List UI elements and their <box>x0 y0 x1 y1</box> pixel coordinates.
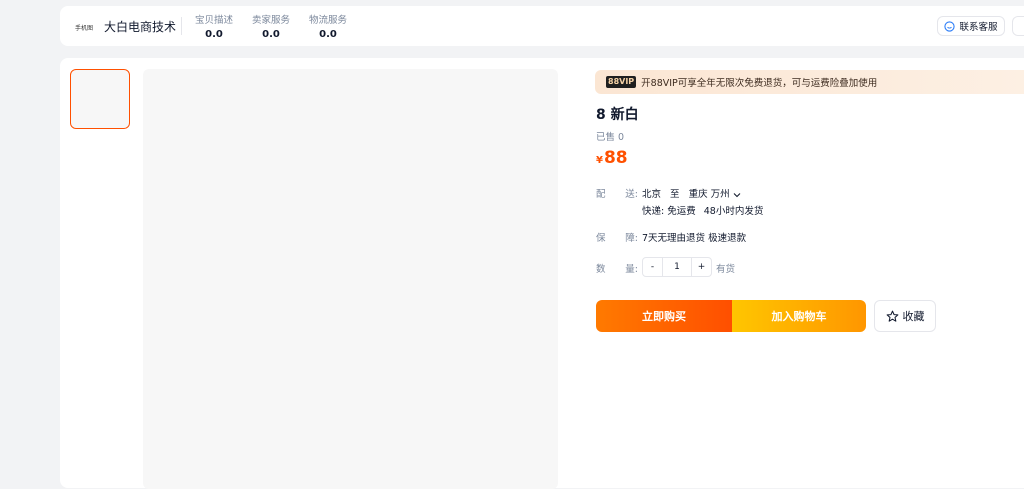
quantity-label-b: 量: <box>625 264 638 275</box>
score-description: 宝贝描述 0.0 <box>184 12 244 40</box>
score-label: 宝贝描述 <box>194 15 233 26</box>
guarantee-label: 保 障: <box>596 230 638 244</box>
contact-service-button[interactable]: 联系客服 <box>937 16 1005 36</box>
product-title: 8 新白 <box>596 107 639 123</box>
score-label: 卖家服务 <box>251 15 290 26</box>
product-card: 88VIP 开88VIP可享全年无限次免费退货，可与运费险叠加使用 8 新白 已… <box>60 58 1024 489</box>
score-seller-service: 卖家服务 0.0 <box>241 12 301 40</box>
contact-service-label: 联系客服 <box>959 22 998 33</box>
shipping-info: 快递: 免运费 48小时内发货 <box>642 203 763 217</box>
quantity-plus-button[interactable]: + <box>692 258 711 276</box>
delivery-from: 北京 <box>642 189 662 200</box>
thumbnail-image[interactable] <box>70 69 130 129</box>
quantity-label-a: 数 <box>596 264 606 275</box>
guarantee-text: 7天无理由退货 极速退款 <box>642 233 747 244</box>
favorite-label: 收藏 <box>902 310 925 323</box>
buy-now-button[interactable]: 立即购买 <box>596 300 732 332</box>
score-value: 0.0 <box>319 29 337 40</box>
delivery-label-a: 配 <box>596 189 606 200</box>
shop-name[interactable]: 大白电商技术 <box>104 18 176 35</box>
quantity-label: 数 量: <box>596 261 638 275</box>
price-value: 88 <box>603 148 628 168</box>
header-divider <box>181 17 182 35</box>
main-product-image[interactable] <box>143 69 558 489</box>
vip-banner[interactable]: 88VIP 开88VIP可享全年无限次免费退货，可与运费险叠加使用 <box>595 70 1024 94</box>
quantity-minus-button[interactable]: - <box>643 258 662 276</box>
score-value: 0.0 <box>205 29 223 40</box>
product-price: ¥88 <box>596 148 628 168</box>
delivery-to-word: 至 <box>670 189 680 200</box>
quantity-stepper: - + <box>642 257 712 277</box>
stock-status: 有货 <box>716 264 736 275</box>
guarantee-label-a: 保 <box>596 233 606 244</box>
shop-header: 手机图 大白电商技术 宝贝描述 0.0 卖家服务 0.0 物流服务 0.0 联系… <box>60 6 1024 46</box>
quantity-input[interactable] <box>662 258 692 276</box>
shop-extra-button[interactable] <box>1012 16 1024 36</box>
vip-text: 开88VIP可享全年无限次免费退货，可与运费险叠加使用 <box>641 78 878 89</box>
chevron-down-icon <box>733 192 741 197</box>
destination-selector[interactable]: 重庆 万州 <box>689 189 741 200</box>
shop-logo: 手机图 <box>75 25 94 32</box>
ship-time: 48小时内发货 <box>703 206 764 217</box>
sold-count: 已售 0 <box>596 132 625 143</box>
destination-text: 重庆 万州 <box>688 189 730 200</box>
delivery-route: 北京 至 重庆 万州 <box>642 186 741 200</box>
price-symbol: ¥ <box>596 155 603 166</box>
score-logistics: 物流服务 0.0 <box>298 12 358 40</box>
star-icon <box>886 310 898 322</box>
score-label: 物流服务 <box>308 15 347 26</box>
score-value: 0.0 <box>262 29 280 40</box>
delivery-label-b: 送: <box>625 189 638 200</box>
delivery-label: 配 送: <box>596 186 638 200</box>
add-to-cart-button[interactable]: 加入购物车 <box>732 300 866 332</box>
shipping-fee: 快递: 免运费 <box>642 206 696 217</box>
guarantee-label-b: 障: <box>625 233 638 244</box>
vip-badge: 88VIP <box>606 76 637 88</box>
chat-icon <box>944 20 956 32</box>
favorite-button[interactable]: 收藏 <box>874 300 936 332</box>
